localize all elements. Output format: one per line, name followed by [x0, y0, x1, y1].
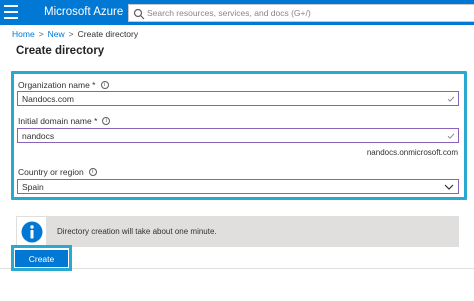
- country-region-label: Country or region i: [18, 167, 97, 177]
- search-box[interactable]: [128, 4, 474, 22]
- country-region-label-text: Country or region: [18, 167, 84, 177]
- organization-name-label-text: Organization name *: [18, 80, 96, 90]
- search-icon: [133, 8, 145, 20]
- initial-domain-name-field[interactable]: nandocs: [17, 128, 459, 143]
- country-region-value[interactable]: Spain: [22, 182, 44, 192]
- create-button[interactable]: Create: [15, 250, 68, 267]
- info-icon[interactable]: i: [100, 81, 109, 89]
- country-region-select[interactable]: Spain: [17, 179, 459, 194]
- info-banner: Directory creation will take about one m…: [16, 216, 459, 247]
- breadcrumb-home-link[interactable]: Home: [12, 29, 35, 39]
- app-title[interactable]: Microsoft Azure: [44, 6, 123, 18]
- initial-domain-name-value[interactable]: nandocs: [22, 131, 54, 141]
- organization-name-field[interactable]: Nandocs.com: [17, 91, 459, 106]
- info-icon[interactable]: i: [102, 117, 111, 125]
- search-input[interactable]: [147, 5, 467, 21]
- hamburger-menu-icon[interactable]: [4, 5, 18, 19]
- breadcrumb: Home > New > Create directory: [12, 29, 138, 39]
- check-icon: [447, 133, 455, 139]
- initial-domain-name-label-text: Initial domain name *: [18, 116, 98, 126]
- info-icon: [21, 221, 42, 242]
- organization-name-label: Organization name * i: [18, 80, 109, 90]
- breadcrumb-new-link[interactable]: New: [48, 29, 65, 39]
- chevron-down-icon[interactable]: [444, 183, 454, 191]
- breadcrumb-separator: >: [38, 29, 44, 39]
- info-banner-text: Directory creation will take about one m…: [57, 227, 217, 236]
- page-title: Create directory: [16, 45, 105, 57]
- domain-suffix: nandocs.onmicrosoft.com: [366, 148, 458, 157]
- top-bar: Microsoft Azure: [0, 0, 474, 25]
- check-icon: [447, 96, 455, 102]
- breadcrumb-separator: >: [68, 29, 74, 39]
- info-icon[interactable]: i: [88, 168, 97, 176]
- breadcrumb-current: Create directory: [77, 29, 139, 39]
- info-banner-icon-box: [16, 216, 47, 247]
- initial-domain-name-label: Initial domain name * i: [18, 116, 111, 126]
- organization-name-value[interactable]: Nandocs.com: [22, 94, 74, 104]
